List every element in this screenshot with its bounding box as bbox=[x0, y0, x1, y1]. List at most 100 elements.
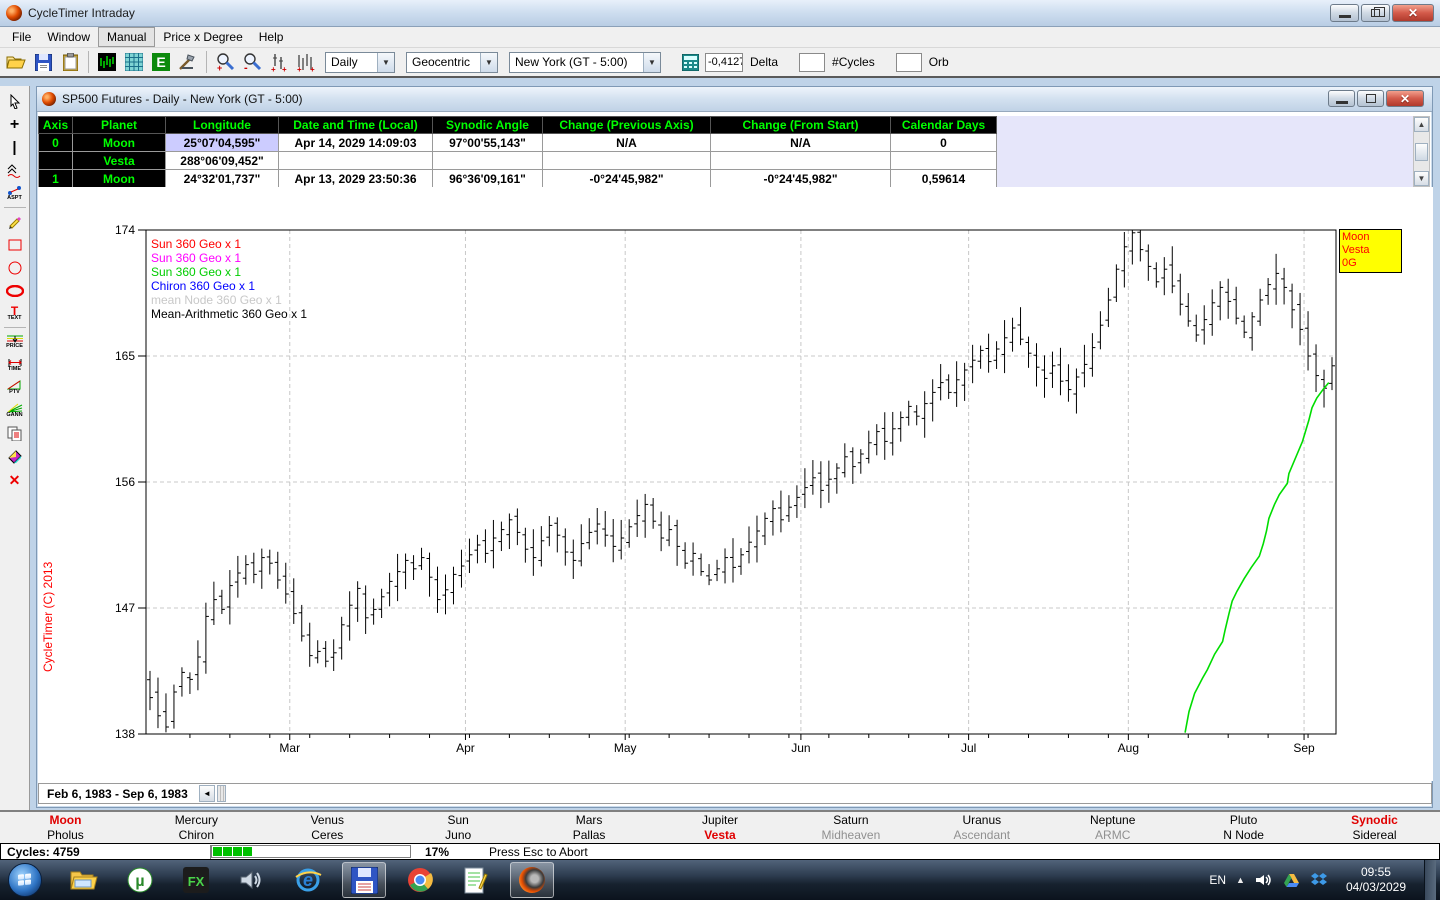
table-scrollbar[interactable]: ▲ ▼ bbox=[1413, 116, 1430, 187]
delete-tool-button[interactable]: ✕ bbox=[2, 468, 28, 491]
ellipse-tool-button[interactable] bbox=[2, 279, 28, 302]
planet-column-jupiter[interactable]: JupiterVesta bbox=[655, 812, 786, 843]
planet-column-neptune[interactable]: NeptuneARMC bbox=[1047, 812, 1178, 843]
planet-column-moon[interactable]: MoonPholus bbox=[0, 812, 131, 843]
taskbar-fx-tool[interactable]: FX bbox=[174, 862, 218, 898]
chart-window-title-bar[interactable]: SP500 Futures - Daily - New York (GT - 5… bbox=[37, 87, 1432, 112]
minimize-button[interactable] bbox=[1330, 4, 1359, 22]
table-row[interactable]: Vesta 288°06'09,452" bbox=[39, 152, 997, 170]
col-planet[interactable]: Planet bbox=[73, 117, 166, 134]
price-tool-button[interactable]: PRICE bbox=[2, 330, 28, 353]
planet-label: Pallas bbox=[524, 828, 655, 843]
scroll-left-icon[interactable]: ◄ bbox=[199, 785, 215, 802]
pointer-tool-button[interactable] bbox=[2, 90, 28, 113]
clipboard-button[interactable] bbox=[58, 50, 82, 74]
taskbar-internet-explorer[interactable]: e bbox=[286, 862, 330, 898]
add-bars-button[interactable]: ++ bbox=[267, 50, 291, 74]
menu-price-x-degree[interactable]: Price x Degree bbox=[155, 28, 250, 46]
scroll-up-icon[interactable]: ▲ bbox=[1414, 117, 1429, 132]
planet-column-pluto[interactable]: PlutoN Node bbox=[1178, 812, 1309, 843]
start-button[interactable] bbox=[8, 863, 42, 897]
col-axis[interactable]: Axis bbox=[39, 117, 73, 134]
range-scrollbar-thumb[interactable] bbox=[217, 785, 226, 802]
gann-tool-button[interactable]: GANN bbox=[2, 399, 28, 422]
planet-column-synodic[interactable]: SynodicSidereal bbox=[1309, 812, 1440, 843]
text-tool-button[interactable]: T TEXT bbox=[2, 302, 28, 325]
language-indicator[interactable]: EN bbox=[1209, 873, 1226, 887]
col-change-prev[interactable]: Change (Previous Axis) bbox=[543, 117, 711, 134]
time-tool-button[interactable]: TIME bbox=[2, 353, 28, 376]
planet-column-uranus[interactable]: UranusAscendant bbox=[916, 812, 1047, 843]
menu-file[interactable]: File bbox=[4, 28, 39, 46]
cycles-input[interactable] bbox=[799, 53, 825, 72]
open-button[interactable] bbox=[4, 50, 28, 74]
tray-speaker-icon[interactable] bbox=[1255, 872, 1273, 888]
vertical-line-tool-button[interactable]: | bbox=[2, 136, 28, 159]
taskbar-chrome[interactable] bbox=[398, 862, 442, 898]
aspect-tool-button[interactable]: ASPT bbox=[2, 182, 28, 205]
longitude-cell: 25°07'04,595" bbox=[166, 134, 279, 152]
planet-column-mercury[interactable]: MercuryChiron bbox=[131, 812, 262, 843]
scrollbar-thumb[interactable] bbox=[1415, 143, 1428, 161]
y-tick-label: 156 bbox=[115, 475, 135, 489]
progress-block bbox=[213, 847, 222, 856]
col-synodic[interactable]: Synodic Angle bbox=[433, 117, 543, 134]
timezone-dropdown[interactable]: New York (GT - 5:00) ▼ bbox=[509, 52, 661, 73]
taskbar-cycletimer[interactable] bbox=[510, 862, 554, 898]
ptv-tool-button[interactable]: PTV bbox=[2, 376, 28, 399]
delta-input[interactable]: -0,4127 bbox=[705, 53, 743, 72]
planet-column-mars[interactable]: MarsPallas bbox=[524, 812, 655, 843]
system-dropdown[interactable]: Geocentric ▼ bbox=[406, 52, 498, 73]
taskbar-notepad[interactable] bbox=[454, 862, 498, 898]
rectangle-tool-button[interactable] bbox=[2, 233, 28, 256]
show-desktop-button[interactable] bbox=[1424, 860, 1436, 900]
menu-window[interactable]: Window bbox=[39, 28, 98, 46]
tray-expand-icon[interactable]: ▲ bbox=[1236, 875, 1245, 885]
planet-column-saturn[interactable]: SaturnMidheaven bbox=[785, 812, 916, 843]
ephemeris-button[interactable]: E bbox=[149, 50, 173, 74]
progress-percent: 17% bbox=[411, 845, 459, 859]
tray-clock[interactable]: 09:55 04/03/2029 bbox=[1338, 865, 1414, 895]
book-tool-button[interactable] bbox=[2, 445, 28, 468]
taskbar-explorer[interactable] bbox=[62, 862, 106, 898]
crosshair-tool-button[interactable]: + bbox=[2, 113, 28, 136]
taskbar-floppy-save[interactable] bbox=[342, 862, 386, 898]
col-calendar-days[interactable]: Calendar Days bbox=[891, 117, 997, 134]
planet-column-venus[interactable]: VenusCeres bbox=[262, 812, 393, 843]
waves-tool-button[interactable] bbox=[2, 159, 28, 182]
calculator-button[interactable] bbox=[678, 50, 702, 74]
title-bar[interactable]: CycleTimer Intraday ✕ bbox=[0, 0, 1440, 27]
child-maximize-button[interactable] bbox=[1357, 90, 1384, 107]
pencil-tool-button[interactable] bbox=[2, 210, 28, 233]
tools-button[interactable] bbox=[176, 50, 200, 74]
zoom-out-button[interactable]: - bbox=[240, 50, 264, 74]
scroll-down-icon[interactable]: ▼ bbox=[1414, 171, 1429, 186]
menu-manual[interactable]: Manual bbox=[98, 27, 155, 47]
circle-tool-button[interactable] bbox=[2, 256, 28, 279]
tray-dropbox-icon[interactable] bbox=[1310, 872, 1328, 888]
zoom-in-button[interactable]: + bbox=[213, 50, 237, 74]
system-tray: EN ▲ 09:55 04/03/2029 bbox=[1209, 860, 1440, 900]
chart-area[interactable]: 138147156165174MarAprMayJunJulAugSepSun … bbox=[38, 187, 1433, 781]
save-button[interactable] bbox=[31, 50, 55, 74]
chart-view-button[interactable] bbox=[95, 50, 119, 74]
table-row[interactable]: 0 Moon 25°07'04,595" Apr 14, 2029 14:09:… bbox=[39, 134, 997, 152]
grid-view-button[interactable] bbox=[122, 50, 146, 74]
close-button[interactable]: ✕ bbox=[1392, 4, 1434, 22]
restore-button[interactable] bbox=[1361, 4, 1390, 22]
table-row[interactable]: 1 Moon 24°32'01,737" Apr 13, 2029 23:50:… bbox=[39, 170, 997, 188]
copy-tool-button[interactable] bbox=[2, 422, 28, 445]
col-longitude[interactable]: Longitude bbox=[166, 117, 279, 134]
orb-input[interactable] bbox=[896, 53, 922, 72]
taskbar-utorrent[interactable]: µ bbox=[118, 862, 162, 898]
menu-help[interactable]: Help bbox=[251, 28, 292, 46]
taskbar-volume-mixer[interactable] bbox=[230, 862, 274, 898]
multi-bars-button[interactable]: ++ bbox=[294, 50, 318, 74]
col-change-start[interactable]: Change (From Start) bbox=[711, 117, 891, 134]
child-close-button[interactable]: ✕ bbox=[1386, 90, 1424, 107]
planet-column-sun[interactable]: SunJuno bbox=[393, 812, 524, 843]
child-minimize-button[interactable] bbox=[1328, 90, 1355, 107]
col-datetime[interactable]: Date and Time (Local) bbox=[279, 117, 433, 134]
period-dropdown[interactable]: Daily ▼ bbox=[325, 52, 395, 73]
tray-gdrive-icon[interactable] bbox=[1283, 873, 1300, 888]
